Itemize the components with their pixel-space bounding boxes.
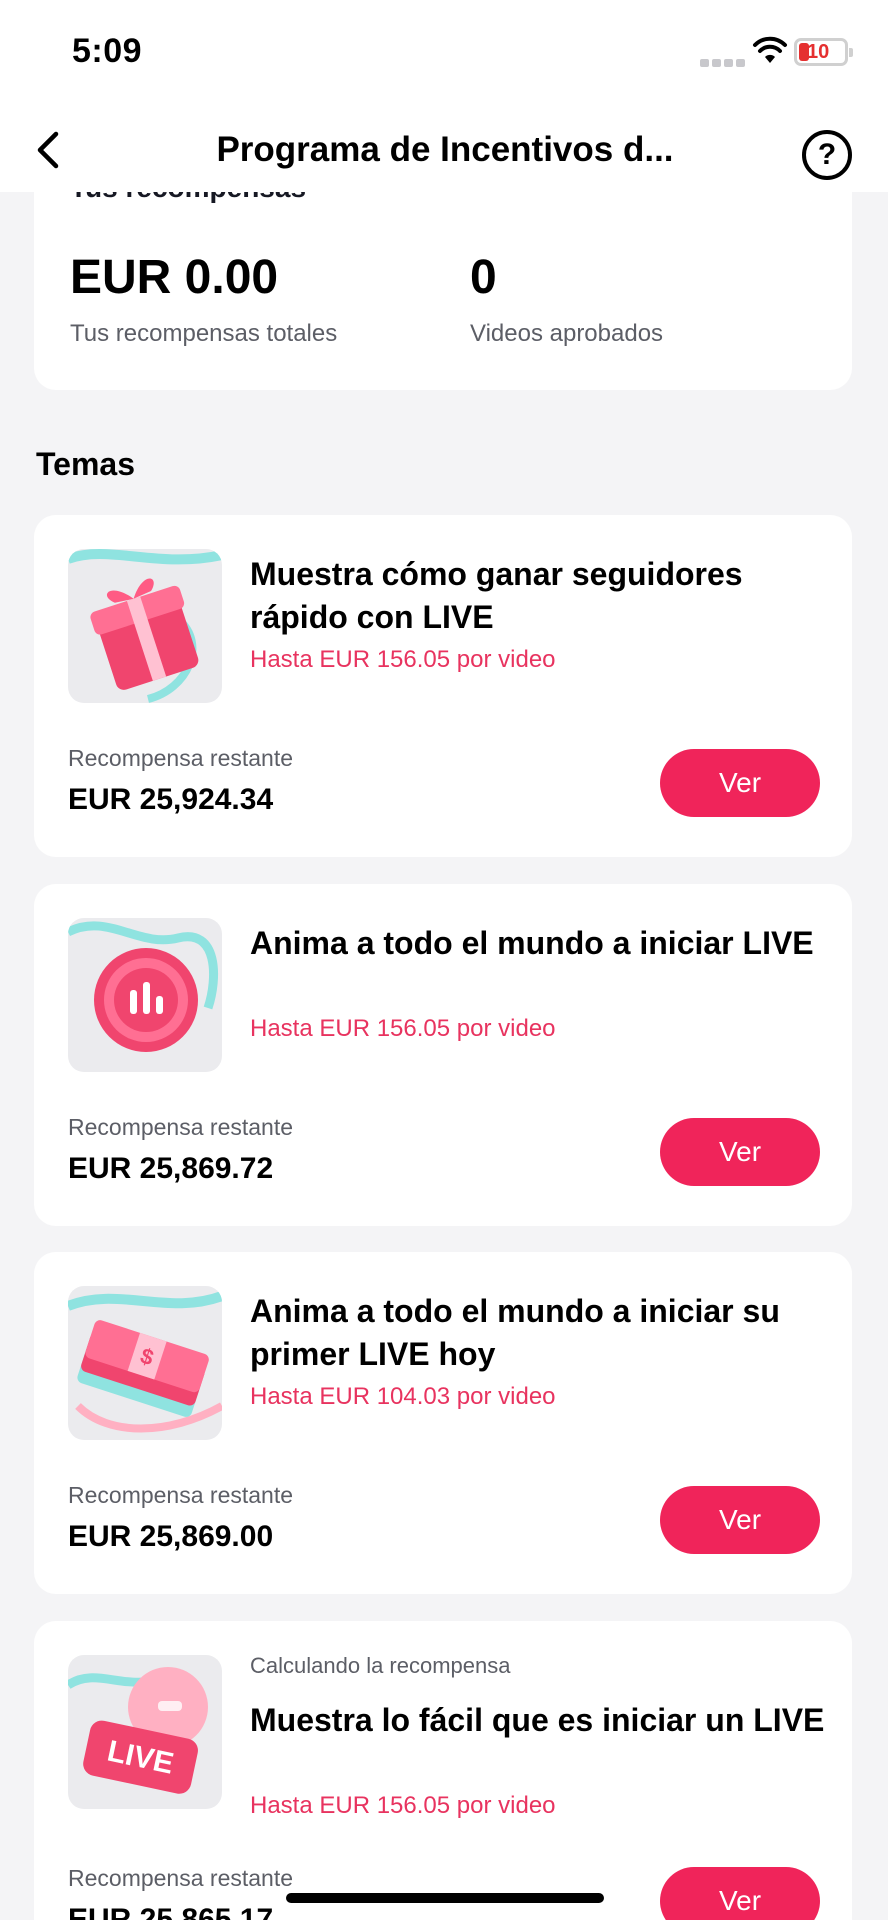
view-button[interactable]: Ver [660,1486,820,1554]
battery-icon: 10 [794,38,853,66]
remaining-reward-value: EUR 25,869.00 [68,1520,274,1553]
battery-level: 10 [807,41,830,63]
cellular-signal-icon [700,54,754,67]
theme-reward-amount: Hasta EUR 156.05 por video [250,1792,556,1819]
live-coin-icon [68,918,222,1072]
theme-card: LIVE Calculando la recompensa Muestra lo… [34,1621,852,1920]
cash-stack-icon: $ [68,1286,222,1440]
remaining-reward-label: Recompensa restante [68,1114,294,1140]
view-button[interactable]: Ver [660,1118,820,1186]
navigation-bar: Programa de Incentivos d... ? [0,110,888,192]
remaining-reward-label: Recompensa restante [68,1865,294,1891]
back-arrow-icon[interactable] [28,128,72,172]
theme-reward-amount: Hasta EUR 156.05 por video [250,1015,556,1042]
gift-box-icon [68,549,222,703]
total-rewards-value: EUR 0.00 [70,251,279,304]
status-bar: 5:09 10 [0,0,888,110]
theme-title: Muestra cómo ganar seguidores rápido con… [250,556,743,635]
theme-title: Anima a todo el mundo a iniciar LIVE [250,925,814,961]
approved-videos-value: 0 [470,251,497,304]
remaining-reward-label: Recompensa restante [68,1482,294,1508]
theme-reward-amount: Hasta EUR 156.05 por video [250,646,556,673]
theme-title: Anima a todo el mundo a iniciar su prime… [250,1293,780,1372]
theme-title: Muestra lo fácil que es iniciar un LIVE [250,1702,825,1738]
remaining-reward-value: EUR 25,924.34 [68,783,274,816]
help-question-icon[interactable]: ? [802,130,852,180]
page-title: Programa de Incentivos d... [216,130,674,169]
calculating-status: Calculando la recompensa [250,1653,511,1678]
remaining-reward-value: EUR 25,865.17 [68,1903,274,1920]
total-rewards-label: Tus recompensas totales [70,320,338,347]
wifi-icon [753,36,787,63]
theme-card: Muestra cómo ganar seguidores rápido con… [34,515,852,857]
screen: 5:09 10 Tus recompensas EUR 0.00 Tus rec… [0,0,888,1920]
approved-videos-label: Videos aprobados [470,320,664,347]
remaining-reward-value: EUR 25,869.72 [68,1152,274,1185]
view-button[interactable]: Ver [660,1867,820,1920]
theme-card: Anima a todo el mundo a iniciar LIVE Has… [34,884,852,1226]
live-badge-icon: LIVE [68,1655,222,1809]
approved-videos-stat: 0 Videos aprobados [470,254,663,348]
status-time: 5:09 [72,32,143,70]
theme-reward-amount: Hasta EUR 104.03 por video [250,1383,556,1410]
total-rewards-stat: EUR 0.00 Tus recompensas totales [70,254,337,348]
remaining-reward-label: Recompensa restante [68,745,294,771]
view-button[interactable]: Ver [660,749,820,817]
themes-section-title: Temas [36,446,136,482]
home-indicator[interactable] [286,1893,604,1903]
theme-card: $ Anima a todo el mundo a iniciar su pri… [34,1252,852,1594]
